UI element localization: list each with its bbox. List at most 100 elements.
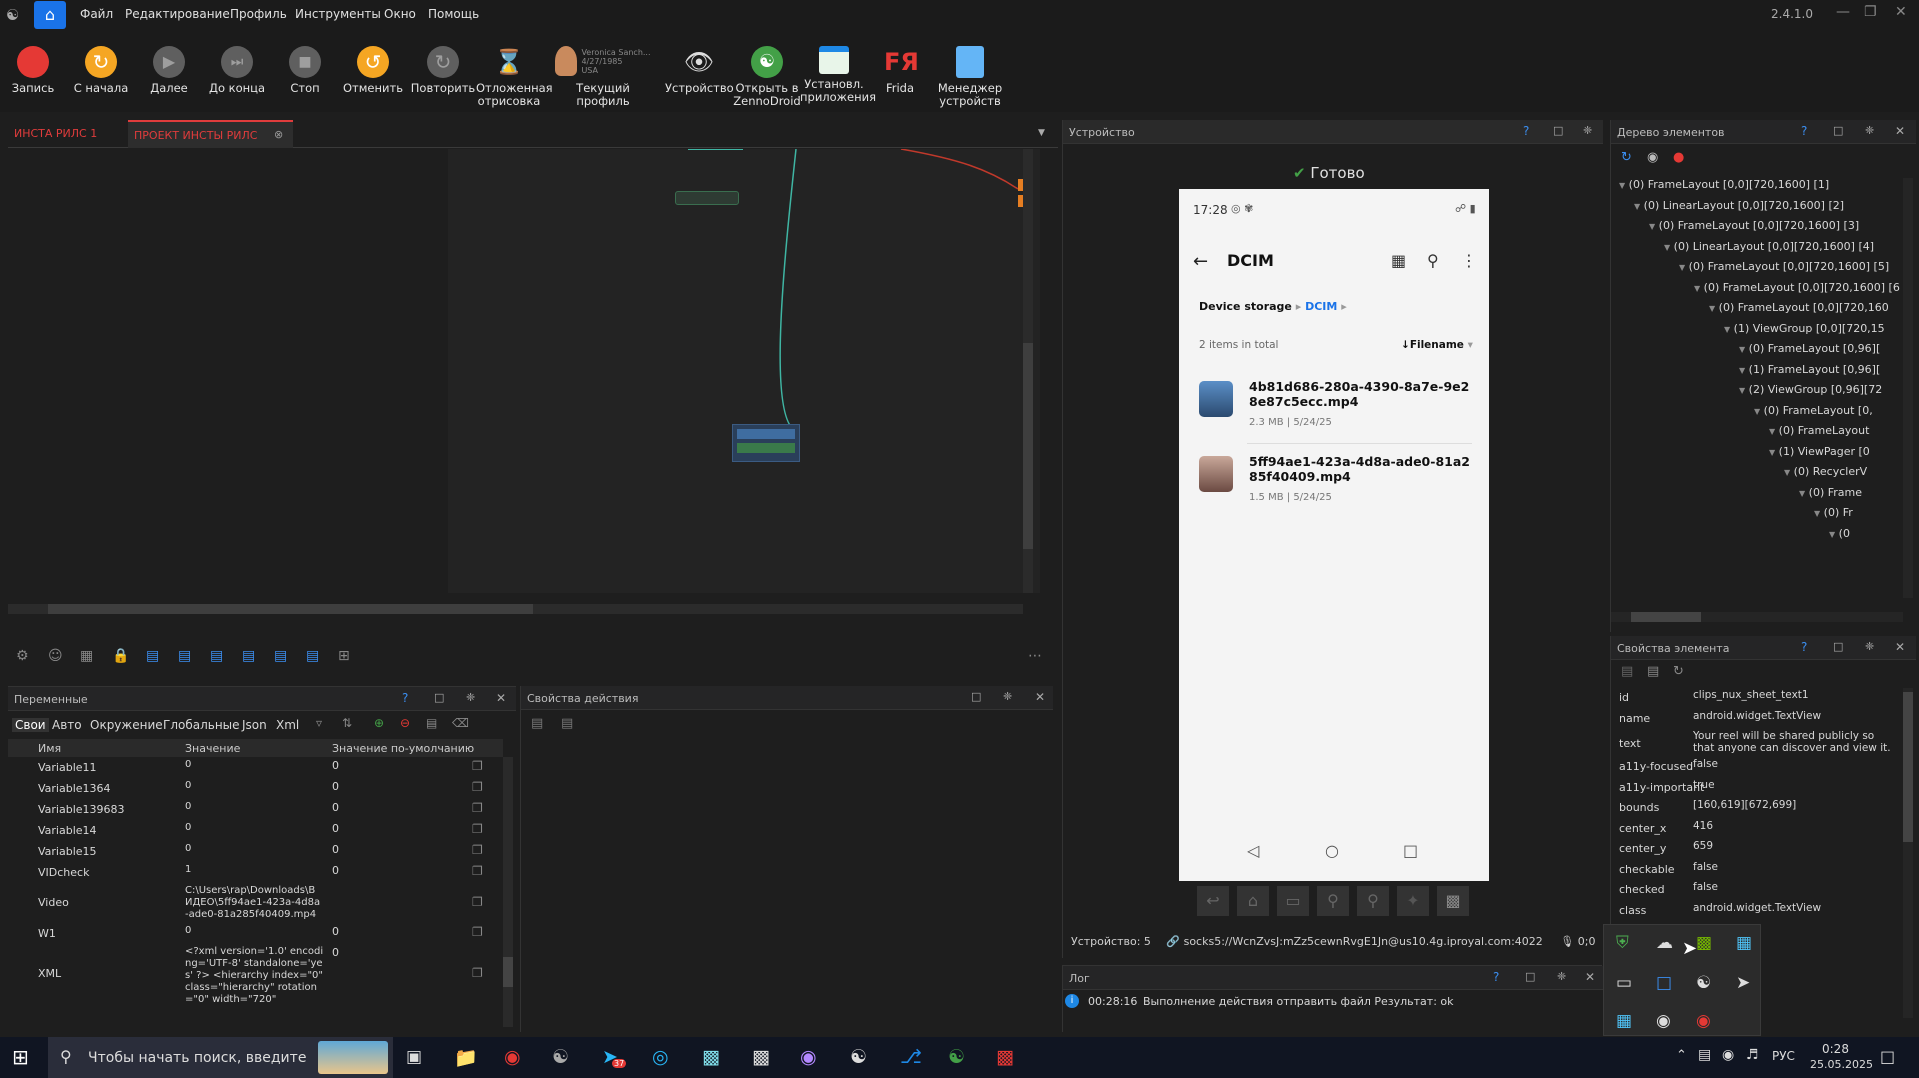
canvas-vertical-scrollbar[interactable]: [1023, 149, 1033, 593]
tree-node[interactable]: ▼ (0) LinearLayout [0,0][720,1600] [2]: [1634, 199, 1844, 212]
column-name[interactable]: Имя: [38, 742, 61, 755]
property-value[interactable]: 416: [1693, 820, 1898, 832]
android-recents-icon[interactable]: □: [1403, 841, 1418, 860]
property-value[interactable]: true: [1693, 779, 1898, 791]
sort-icon[interactable]: ⇅: [342, 716, 352, 730]
tree-node[interactable]: ▼ (1) ViewGroup [0,0][720,15: [1724, 322, 1885, 335]
expand-arrow-icon[interactable]: ▼: [1784, 468, 1790, 477]
tree-node[interactable]: ▼ (0) FrameLayout [0,0][720,1600] [3]: [1649, 219, 1859, 232]
wifi-icon[interactable]: ◉: [1722, 1047, 1734, 1063]
table-row[interactable]: Variable15 0 0 ❐: [8, 841, 503, 862]
undo-button[interactable]: ↺ Отменить: [342, 46, 404, 95]
help-icon[interactable]: ?: [402, 691, 408, 705]
variable-value[interactable]: 0: [185, 780, 325, 799]
property-value[interactable]: false: [1693, 881, 1898, 893]
table-row[interactable]: Variable139683 0 0 ❐: [8, 799, 503, 820]
copy-value-icon[interactable]: ❐: [472, 864, 483, 878]
notes-icon[interactable]: ▩: [702, 1046, 720, 1068]
open-zennodroid-button[interactable]: ☯ Открыть в ZennoDroid: [733, 46, 801, 108]
maximize-button[interactable]: ❐: [1864, 4, 1877, 20]
tree-node[interactable]: ▼ (0) LinearLayout [0,0][720,1600] [4]: [1664, 240, 1874, 253]
variables-scrollbar[interactable]: [503, 757, 513, 1027]
variable-value[interactable]: 0: [185, 801, 325, 820]
project-canvas[interactable]: [8, 149, 1040, 624]
table-row[interactable]: Variable1364 0 0 ❐: [8, 778, 503, 799]
tree-node[interactable]: ▼ (2) ViewGroup [0,96][72: [1739, 383, 1882, 396]
minimize-button[interactable]: —: [1836, 4, 1850, 20]
tree-node[interactable]: ▼ (0) FrameLayout [0,0][720,1600] [6: [1694, 281, 1900, 294]
expand-arrow-icon[interactable]: ▼: [1679, 263, 1685, 272]
add-variable-icon[interactable]: ⊕: [374, 716, 384, 730]
expand-arrow-icon[interactable]: ▼: [1664, 243, 1670, 252]
variable-default[interactable]: 0: [332, 925, 339, 938]
app-zenno-icon[interactable]: ☯: [850, 1046, 867, 1068]
tab-json[interactable]: Json: [242, 718, 267, 732]
camera-tray-icon[interactable]: ◉: [1656, 1011, 1671, 1031]
installed-apps-button[interactable]: Установл. приложения: [800, 46, 876, 104]
taskbar-time[interactable]: 0:28: [1822, 1042, 1849, 1056]
more-icon[interactable]: ⋯: [1028, 648, 1042, 664]
property-row[interactable]: class android.widget.TextView: [1611, 901, 1901, 919]
tree-node[interactable]: ▼ (0) FrameLayout [0,0][720,1600] [1]: [1619, 178, 1829, 191]
terminal-icon[interactable]: ▩: [752, 1046, 770, 1068]
copy-value-icon[interactable]: ❐: [472, 759, 483, 773]
menu-edit[interactable]: Редактирование: [125, 7, 230, 21]
expand-arrow-icon[interactable]: ▼: [1709, 304, 1715, 313]
copy-value-icon[interactable]: ❐: [472, 966, 483, 980]
align-icon[interactable]: ▤: [274, 648, 287, 664]
table-row[interactable]: Video C:\Users\rap\Downloads\В ИДЕО\5ff94…: [8, 883, 503, 923]
telegram-tray-icon[interactable]: ➤: [1736, 973, 1750, 993]
expand-arrow-icon[interactable]: ▼: [1814, 509, 1820, 518]
input-language[interactable]: РУС: [1772, 1049, 1795, 1063]
tree-node[interactable]: ▼ (0) FrameLayout [0,96][: [1739, 342, 1880, 355]
scroll-thumb[interactable]: [48, 604, 533, 614]
app-p-icon[interactable]: ⎇: [900, 1046, 922, 1068]
expand-arrow-icon[interactable]: ▼: [1769, 448, 1775, 457]
tree-node[interactable]: ▼ (0) Fr: [1814, 506, 1853, 519]
current-profile-button[interactable]: Veronica Sanch... 4/27/1985 USA Текущий …: [548, 46, 658, 108]
list-view-icon[interactable]: ▤: [531, 716, 543, 731]
app-tray-icon[interactable]: ▦: [1616, 1011, 1632, 1031]
property-row[interactable]: id clips_nux_sheet_text1: [1611, 688, 1901, 709]
cloud-off-tray-icon[interactable]: ☁: [1656, 933, 1673, 953]
android-home-icon[interactable]: ○: [1325, 841, 1339, 860]
breadcrumb-device-storage[interactable]: Device storage: [1199, 300, 1292, 313]
restart-button[interactable]: ↻ С начала: [70, 46, 132, 95]
scroll-thumb[interactable]: [503, 957, 513, 987]
maximize-panel-icon[interactable]: □: [1833, 124, 1843, 137]
pin-icon[interactable]: ❈: [1865, 124, 1874, 137]
mouse-icon[interactable]: ▩: [1437, 886, 1469, 916]
grid-icon[interactable]: ▦: [80, 648, 93, 664]
variable-default[interactable]: 0: [332, 843, 339, 856]
next-button[interactable]: ▶ Далее: [140, 46, 198, 95]
property-value[interactable]: clips_nux_sheet_text1: [1693, 689, 1898, 701]
help-icon[interactable]: ?: [1493, 970, 1499, 984]
expand-arrow-icon[interactable]: ▼: [1769, 427, 1775, 436]
filter-icon[interactable]: ▿: [316, 716, 322, 730]
tab-xml[interactable]: Xml: [276, 718, 299, 732]
property-value[interactable]: false: [1693, 861, 1898, 873]
table-icon[interactable]: ▤: [426, 716, 437, 730]
add-block-icon[interactable]: ⊞: [338, 648, 350, 664]
phone-screen[interactable]: 17:28 ◎ ✾ ☍ ▮ ← DCIM ▦ ⚲ ⋮ Device storag…: [1179, 189, 1489, 881]
tab-auto[interactable]: Авто: [52, 718, 82, 732]
camera-icon[interactable]: ◉: [1647, 150, 1658, 165]
menu-file[interactable]: Файл: [80, 7, 113, 21]
copy-value-icon[interactable]: ❐: [472, 895, 483, 909]
expand-arrow-icon[interactable]: ▼: [1694, 284, 1700, 293]
device-back-icon[interactable]: ↩: [1197, 886, 1229, 916]
expand-arrow-icon[interactable]: ▼: [1649, 222, 1655, 231]
tree-node[interactable]: ▼ (0) Frame: [1799, 486, 1862, 499]
variable-value[interactable]: C:\Users\rap\Downloads\В ИДЕО\5ff94ae1-4…: [185, 885, 325, 923]
table-row[interactable]: Variable11 0 0 ❐: [8, 757, 503, 778]
yandex-browser-icon[interactable]: ◉: [504, 1046, 521, 1068]
property-row[interactable]: center_x 416: [1611, 819, 1901, 840]
variable-value[interactable]: 0: [185, 843, 325, 862]
copy-value-icon[interactable]: ❐: [472, 822, 483, 836]
property-value[interactable]: 659: [1693, 840, 1898, 852]
tree-vertical-scrollbar[interactable]: [1903, 178, 1913, 598]
maximize-panel-icon[interactable]: □: [1833, 640, 1843, 653]
menu-tools[interactable]: Инструменты: [295, 7, 381, 21]
variable-value[interactable]: 0: [185, 925, 325, 944]
close-panel-icon[interactable]: ✕: [1895, 640, 1905, 654]
